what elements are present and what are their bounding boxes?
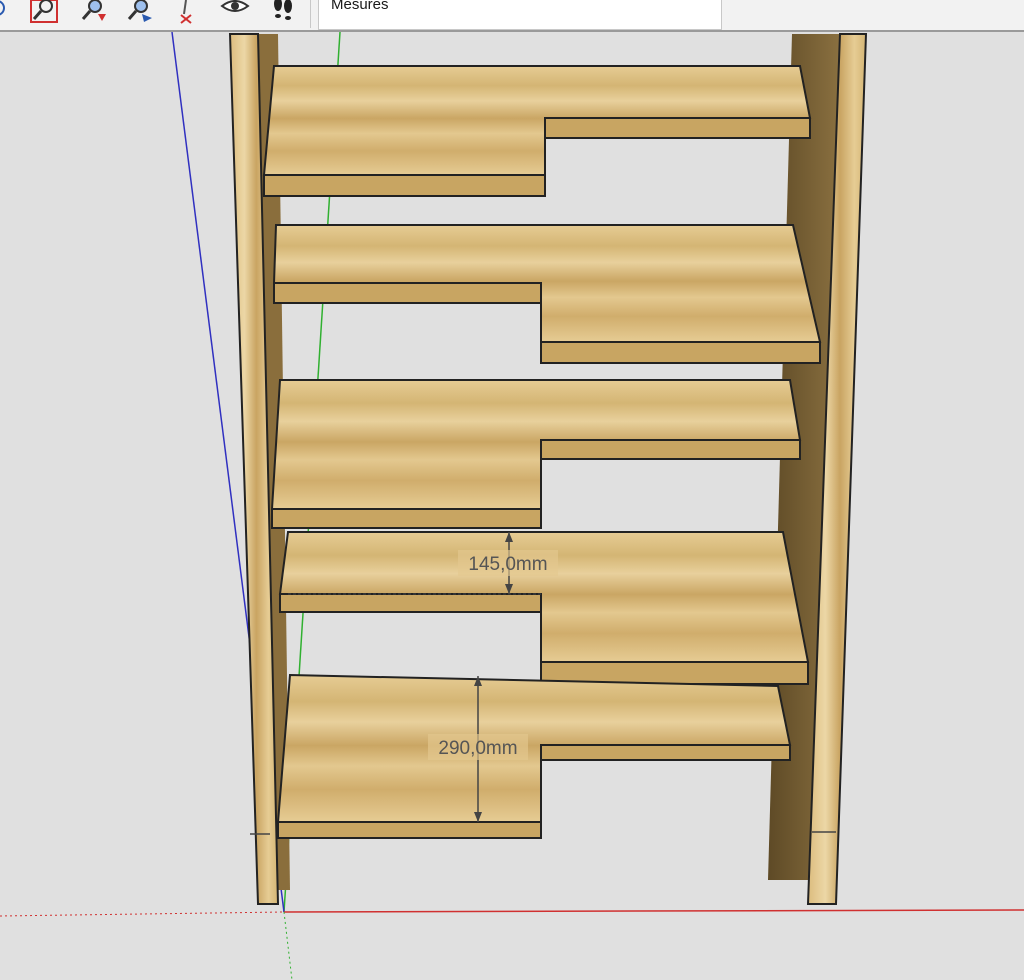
- look-around-icon[interactable]: [220, 0, 250, 24]
- position-camera-icon[interactable]: [171, 0, 201, 24]
- tread-3[interactable]: [270, 379, 802, 529]
- measurements-box[interactable]: Mesures: [318, 0, 722, 30]
- tread-1[interactable]: [262, 65, 812, 197]
- tread-2[interactable]: [272, 224, 822, 364]
- zoom-window-icon[interactable]: [29, 0, 59, 24]
- toolbar: Mesures: [0, 0, 1024, 32]
- dimension-145-label: 145,0mm: [468, 554, 547, 575]
- red-axis: [283, 909, 1024, 913]
- walk-icon[interactable]: [268, 0, 298, 24]
- red-axis-dotted: [0, 911, 285, 917]
- orbit-icon[interactable]: [0, 0, 18, 24]
- zoom-extents-icon[interactable]: [78, 0, 108, 24]
- previous-view-icon[interactable]: [124, 0, 154, 24]
- toolbar-separator: [310, 0, 311, 28]
- green-axis-dotted: [283, 911, 293, 980]
- tread-5[interactable]: [276, 673, 792, 839]
- measurements-label: Mesures: [331, 0, 389, 13]
- dimension-290-label: 290,0mm: [438, 738, 517, 759]
- model-viewport[interactable]: 145,0mm 290,0mm: [0, 32, 1024, 980]
